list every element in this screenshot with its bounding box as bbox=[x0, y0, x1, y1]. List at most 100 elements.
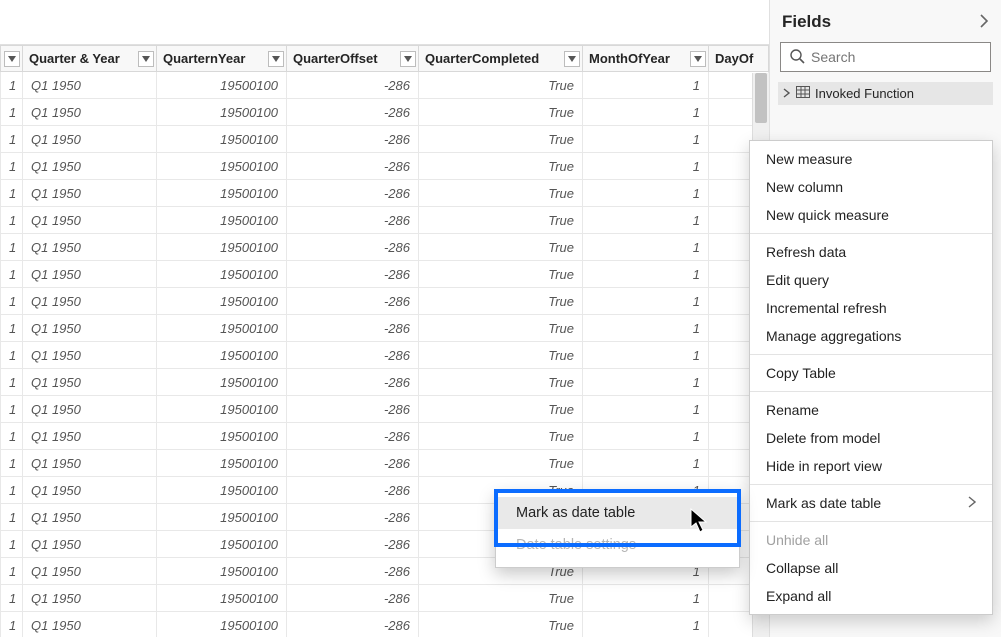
filter-dropdown-icon[interactable] bbox=[690, 51, 706, 67]
cell-quartercompleted: True bbox=[419, 207, 583, 234]
cell-rownum: 1 bbox=[1, 612, 23, 637]
cell-quarternyear: 19500100 bbox=[157, 207, 287, 234]
menu-item-mark-as-date-table[interactable]: Mark as date table bbox=[750, 489, 992, 517]
menu-item-label: Mark as date table bbox=[766, 495, 881, 511]
cell-quarteroffset: -286 bbox=[287, 477, 419, 504]
cell-quarteroffset: -286 bbox=[287, 342, 419, 369]
cell-quartercompleted: True bbox=[419, 180, 583, 207]
cell-monthofyear: 1 bbox=[583, 423, 709, 450]
chevron-right-icon[interactable] bbox=[979, 14, 989, 31]
menu-item-expand-all[interactable]: Expand all bbox=[750, 582, 992, 610]
cell-quartercompleted: True bbox=[419, 315, 583, 342]
cell-rownum: 1 bbox=[1, 288, 23, 315]
table-row[interactable]: 1Q1 195019500100-286True1 bbox=[1, 153, 769, 180]
cell-quarternyear: 19500100 bbox=[157, 72, 287, 99]
table-row[interactable]: 1Q1 195019500100-286True1 bbox=[1, 315, 769, 342]
table-row[interactable]: 1Q1 195019500100-286True1 bbox=[1, 423, 769, 450]
cell-monthofyear: 1 bbox=[583, 369, 709, 396]
menu-item-unhide-all: Unhide all bbox=[750, 526, 992, 554]
column-header-label: QuarterCompleted bbox=[425, 51, 539, 66]
menu-item-rename[interactable]: Rename bbox=[750, 396, 992, 424]
cell-quarter_year: Q1 1950 bbox=[23, 369, 157, 396]
cell-quartercompleted: True bbox=[419, 612, 583, 637]
cell-quarteroffset: -286 bbox=[287, 288, 419, 315]
cell-quarteroffset: -286 bbox=[287, 99, 419, 126]
menu-item-label: Copy Table bbox=[766, 365, 836, 381]
menu-item-delete-from-model[interactable]: Delete from model bbox=[750, 424, 992, 452]
cell-quartercompleted: True bbox=[419, 261, 583, 288]
column-header-label: DayOf bbox=[715, 51, 753, 66]
menu-separator bbox=[750, 521, 992, 522]
table-row[interactable]: 1Q1 195019500100-286True1 bbox=[1, 369, 769, 396]
cell-quartercompleted: True bbox=[419, 72, 583, 99]
table-row[interactable]: 1Q1 195019500100-286True1 bbox=[1, 180, 769, 207]
table-row[interactable]: 1Q1 195019500100-286True1 bbox=[1, 450, 769, 477]
menu-item-new-measure[interactable]: New measure bbox=[750, 145, 992, 173]
column-header-monthofyear[interactable]: MonthOfYear bbox=[583, 46, 709, 72]
menu-separator bbox=[750, 233, 992, 234]
cell-rownum: 1 bbox=[1, 531, 23, 558]
table-row[interactable]: 1Q1 195019500100-286True1 bbox=[1, 126, 769, 153]
table-row[interactable]: 1Q1 195019500100-286True1 bbox=[1, 612, 769, 637]
field-tree-item-invoked-function[interactable]: Invoked Function bbox=[778, 82, 993, 105]
menu-item-incremental-refresh[interactable]: Incremental refresh bbox=[750, 294, 992, 322]
submenu-item-mark-as-date-table[interactable]: Mark as date table bbox=[496, 497, 739, 529]
cell-rownum: 1 bbox=[1, 396, 23, 423]
submenu-item-date-table-settings[interactable]: Date table settings bbox=[496, 529, 739, 561]
menu-item-collapse-all[interactable]: Collapse all bbox=[750, 554, 992, 582]
column-header-label: QuarternYear bbox=[163, 51, 245, 66]
cell-quartercompleted: True bbox=[419, 369, 583, 396]
cell-quarteroffset: -286 bbox=[287, 531, 419, 558]
search-icon bbox=[789, 48, 811, 67]
cell-monthofyear: 1 bbox=[583, 450, 709, 477]
cell-quartercompleted: True bbox=[419, 234, 583, 261]
column-header-quarternyear[interactable]: QuarternYear bbox=[157, 46, 287, 72]
table-row[interactable]: 1Q1 195019500100-286True1 bbox=[1, 99, 769, 126]
menu-item-edit-query[interactable]: Edit query bbox=[750, 266, 992, 294]
context-menu: New measureNew columnNew quick measure Re… bbox=[749, 140, 993, 615]
menu-item-hide-in-report-view[interactable]: Hide in report view bbox=[750, 452, 992, 480]
table-row[interactable]: 1Q1 195019500100-286True1 bbox=[1, 585, 769, 612]
cell-monthofyear: 1 bbox=[583, 396, 709, 423]
menu-item-new-column[interactable]: New column bbox=[750, 173, 992, 201]
cell-quarternyear: 19500100 bbox=[157, 558, 287, 585]
submenu-mark-as-date-table: Mark as date tableDate table settings bbox=[495, 490, 740, 568]
search-input[interactable] bbox=[811, 49, 992, 65]
scrollbar-thumb[interactable] bbox=[755, 73, 767, 123]
table-row[interactable]: 1Q1 195019500100-286True1 bbox=[1, 396, 769, 423]
table-row[interactable]: 1Q1 195019500100-286True1 bbox=[1, 72, 769, 99]
menu-item-refresh-data[interactable]: Refresh data bbox=[750, 238, 992, 266]
cell-rownum: 1 bbox=[1, 423, 23, 450]
table-row[interactable]: 1Q1 195019500100-286True1 bbox=[1, 207, 769, 234]
cell-quarter_year: Q1 1950 bbox=[23, 531, 157, 558]
table-row[interactable]: 1Q1 195019500100-286True1 bbox=[1, 261, 769, 288]
cell-quarter_year: Q1 1950 bbox=[23, 288, 157, 315]
cell-rownum: 1 bbox=[1, 342, 23, 369]
search-box[interactable] bbox=[780, 42, 991, 72]
cell-quarteroffset: -286 bbox=[287, 72, 419, 99]
menu-item-manage-aggregations[interactable]: Manage aggregations bbox=[750, 322, 992, 350]
filter-dropdown-icon[interactable] bbox=[138, 51, 154, 67]
column-header-rownum[interactable] bbox=[1, 46, 23, 72]
filter-dropdown-icon[interactable] bbox=[564, 51, 580, 67]
column-header-quarter_year[interactable]: Quarter & Year bbox=[23, 46, 157, 72]
column-header-quartercompleted[interactable]: QuarterCompleted bbox=[419, 46, 583, 72]
column-header-quarteroffset[interactable]: QuarterOffset bbox=[287, 46, 419, 72]
filter-dropdown-icon[interactable] bbox=[268, 51, 284, 67]
menu-item-copy-table[interactable]: Copy Table bbox=[750, 359, 992, 387]
filter-dropdown-icon[interactable] bbox=[400, 51, 416, 67]
cell-rownum: 1 bbox=[1, 234, 23, 261]
column-header-dayof[interactable]: DayOf bbox=[709, 46, 769, 72]
cell-rownum: 1 bbox=[1, 477, 23, 504]
cell-quarter_year: Q1 1950 bbox=[23, 99, 157, 126]
filter-dropdown-icon[interactable] bbox=[4, 51, 20, 67]
cell-quarternyear: 19500100 bbox=[157, 504, 287, 531]
cell-rownum: 1 bbox=[1, 315, 23, 342]
menu-item-new-quick-measure[interactable]: New quick measure bbox=[750, 201, 992, 229]
cell-rownum: 1 bbox=[1, 126, 23, 153]
table-row[interactable]: 1Q1 195019500100-286True1 bbox=[1, 342, 769, 369]
field-tree-item-label: Invoked Function bbox=[815, 86, 914, 101]
table-row[interactable]: 1Q1 195019500100-286True1 bbox=[1, 288, 769, 315]
cell-quarternyear: 19500100 bbox=[157, 612, 287, 637]
table-row[interactable]: 1Q1 195019500100-286True1 bbox=[1, 234, 769, 261]
